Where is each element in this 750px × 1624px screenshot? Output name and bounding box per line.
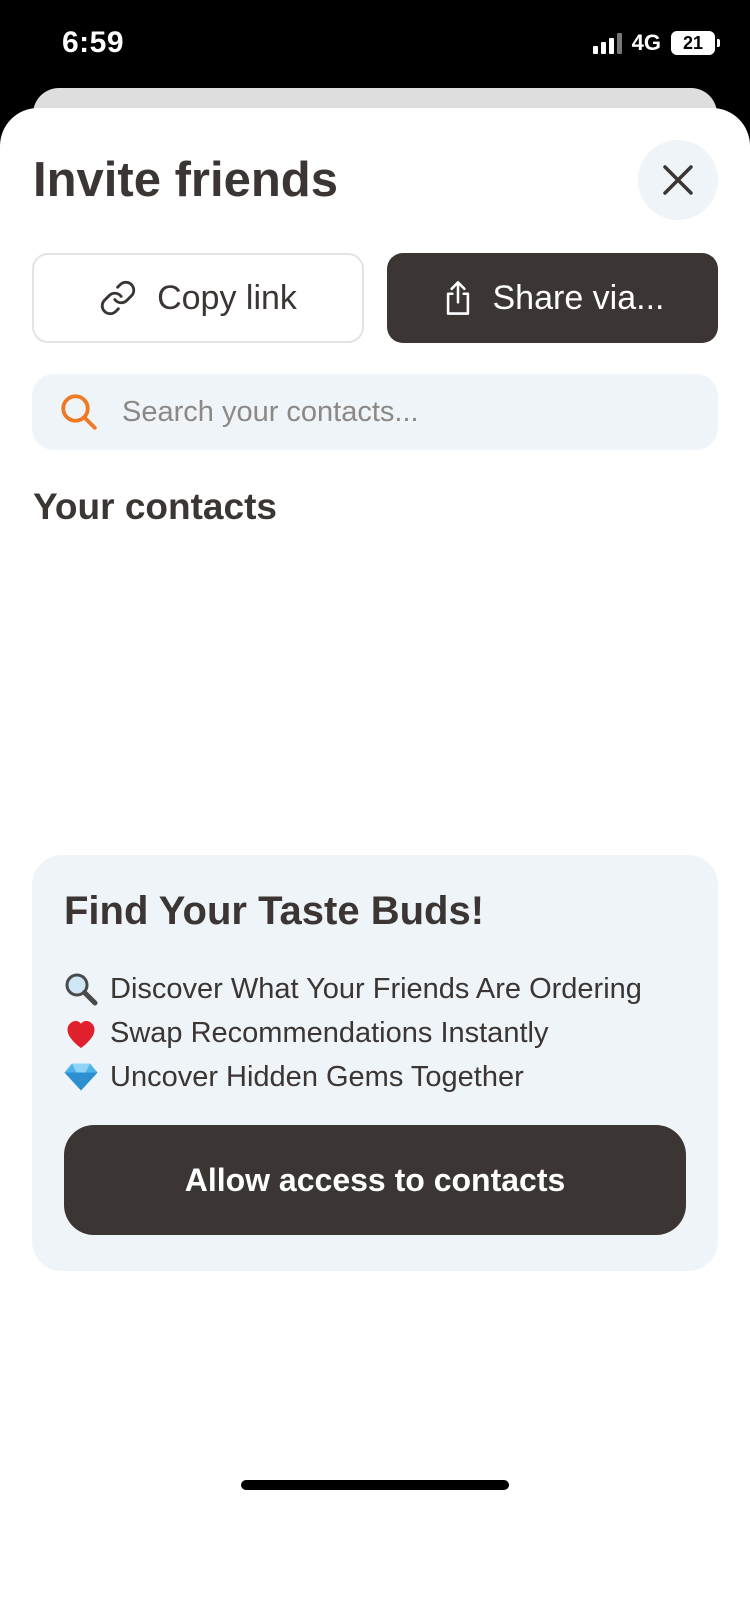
search-input[interactable] bbox=[122, 395, 682, 429]
contacts-permission-card: Find Your Taste Buds! Discover What Your… bbox=[32, 855, 718, 1271]
sheet-title: Invite friends bbox=[33, 153, 338, 207]
magnifier-icon bbox=[62, 971, 100, 1007]
benefit-text: Swap Recommendations Instantly bbox=[110, 1016, 549, 1049]
close-icon bbox=[663, 165, 693, 195]
copy-link-button[interactable]: Copy link bbox=[32, 253, 364, 343]
battery-icon: 21 bbox=[671, 31, 720, 55]
copy-link-label: Copy link bbox=[157, 278, 297, 317]
gem-icon bbox=[62, 1061, 100, 1093]
promo-benefits-list: Discover What Your Friends Are Ordering … bbox=[62, 967, 642, 1099]
search-icon bbox=[61, 394, 97, 430]
status-indicators: 4G 21 bbox=[592, 30, 720, 56]
list-item: Swap Recommendations Instantly bbox=[62, 1011, 642, 1055]
status-time: 6:59 bbox=[62, 26, 125, 59]
share-via-button[interactable]: Share via... bbox=[387, 253, 718, 343]
invite-sheet: Invite friends Copy link Share via... Se… bbox=[0, 108, 750, 1624]
allow-contacts-button[interactable]: Allow access to contacts bbox=[64, 1125, 686, 1235]
share-actions: Copy link Share via... bbox=[32, 253, 718, 343]
heart-icon bbox=[62, 1016, 100, 1050]
share-icon bbox=[446, 281, 469, 315]
home-indicator bbox=[241, 1480, 509, 1490]
share-via-label: Share via... bbox=[492, 278, 665, 317]
promo-title: Find Your Taste Buds! bbox=[64, 889, 485, 933]
benefit-text: Uncover Hidden Gems Together bbox=[110, 1060, 524, 1093]
status-bar: 6:59 4G 21 bbox=[0, 0, 750, 90]
close-button[interactable] bbox=[638, 140, 718, 220]
cellular-signal-icon bbox=[592, 32, 622, 54]
contact-search bbox=[32, 374, 718, 450]
link-icon bbox=[100, 280, 136, 316]
list-item: Discover What Your Friends Are Ordering bbox=[62, 967, 642, 1011]
benefit-text: Discover What Your Friends Are Ordering bbox=[110, 972, 642, 1005]
battery-level: 21 bbox=[671, 31, 715, 55]
network-type: 4G bbox=[631, 30, 661, 55]
list-item: Uncover Hidden Gems Together bbox=[62, 1055, 642, 1099]
contacts-heading: Your contacts bbox=[33, 486, 277, 527]
